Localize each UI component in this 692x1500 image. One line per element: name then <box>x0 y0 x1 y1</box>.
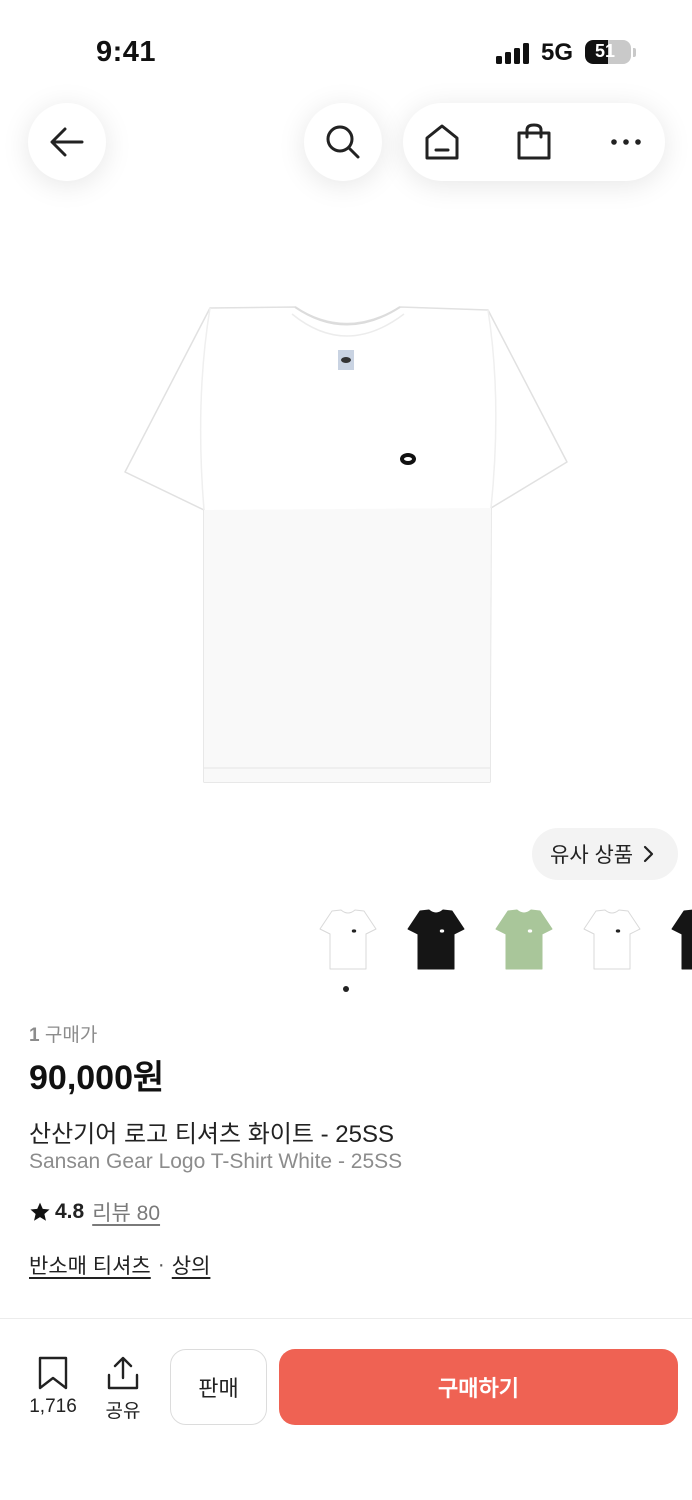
reviews-link[interactable]: 리뷰 80 <box>92 1197 160 1227</box>
bookmark-button[interactable]: 1,716 <box>23 1356 83 1418</box>
carousel-dot <box>343 986 349 992</box>
buy-button[interactable]: 구매하기 <box>279 1349 678 1425</box>
home-icon <box>425 124 459 160</box>
thumbnail-white-1[interactable] <box>314 905 382 977</box>
category-breadcrumb: 반소매 티셔츠 · 상의 <box>29 1250 210 1280</box>
product-name-en: Sansan Gear Logo T-Shirt White - 25SS <box>29 1150 403 1173</box>
thumbnail-black-5[interactable] <box>666 905 692 977</box>
product-image[interactable] <box>100 270 592 810</box>
star-icon <box>30 1202 50 1221</box>
status-bar: 9:41 5G 51 <box>0 0 692 100</box>
category-link-tops[interactable]: 상의 <box>172 1250 211 1280</box>
battery-level: 51 <box>594 41 616 61</box>
similar-products-button[interactable]: 유사 상품 <box>532 828 678 880</box>
sell-button[interactable]: 판매 <box>170 1349 267 1425</box>
battery-icon: 51 <box>585 40 631 64</box>
more-button[interactable] <box>587 103 665 181</box>
share-icon <box>107 1356 139 1390</box>
share-button[interactable]: 공유 <box>93 1356 153 1423</box>
bookmark-count: 1,716 <box>29 1396 77 1417</box>
price-qty: 1 <box>29 1025 40 1046</box>
shopping-bag-icon <box>517 123 551 160</box>
share-label: 공유 <box>105 1401 141 1422</box>
price-label: 1 구매가 <box>29 1020 97 1047</box>
thumbnail-green-3[interactable] <box>490 905 558 977</box>
home-button[interactable] <box>403 103 481 181</box>
rating-row: 4.8 리뷰 80 <box>29 1197 160 1227</box>
rating-value: 4.8 <box>55 1200 85 1223</box>
category-separator: · <box>157 1253 165 1276</box>
more-horizontal-icon <box>611 139 641 145</box>
cart-button[interactable] <box>495 103 573 181</box>
divider <box>0 1318 692 1319</box>
status-time: 9:41 <box>96 36 157 68</box>
battery-tip <box>633 48 636 57</box>
similar-products-label: 유사 상품 <box>550 844 634 867</box>
search-button[interactable] <box>304 103 382 181</box>
nav-pill <box>403 103 665 181</box>
thumbnail-black-2[interactable] <box>402 905 470 977</box>
price-caption: 구매가 <box>44 1025 98 1046</box>
back-button[interactable] <box>28 103 106 181</box>
network-label: 5G <box>541 39 574 66</box>
search-icon <box>326 125 360 159</box>
bookmark-icon <box>38 1356 68 1390</box>
signal-icon <box>496 42 532 64</box>
thumbnail-white-4[interactable] <box>578 905 646 977</box>
category-link-short-sleeve[interactable]: 반소매 티셔츠 <box>29 1250 151 1280</box>
product-name-ko: 산산기어 로고 티셔츠 화이트 - 25SS <box>29 1121 395 1148</box>
product-price: 90,000원 <box>29 1059 165 1097</box>
chevron-right-icon <box>644 845 654 863</box>
arrow-left-icon <box>50 127 84 157</box>
color-thumbnails <box>314 905 692 977</box>
